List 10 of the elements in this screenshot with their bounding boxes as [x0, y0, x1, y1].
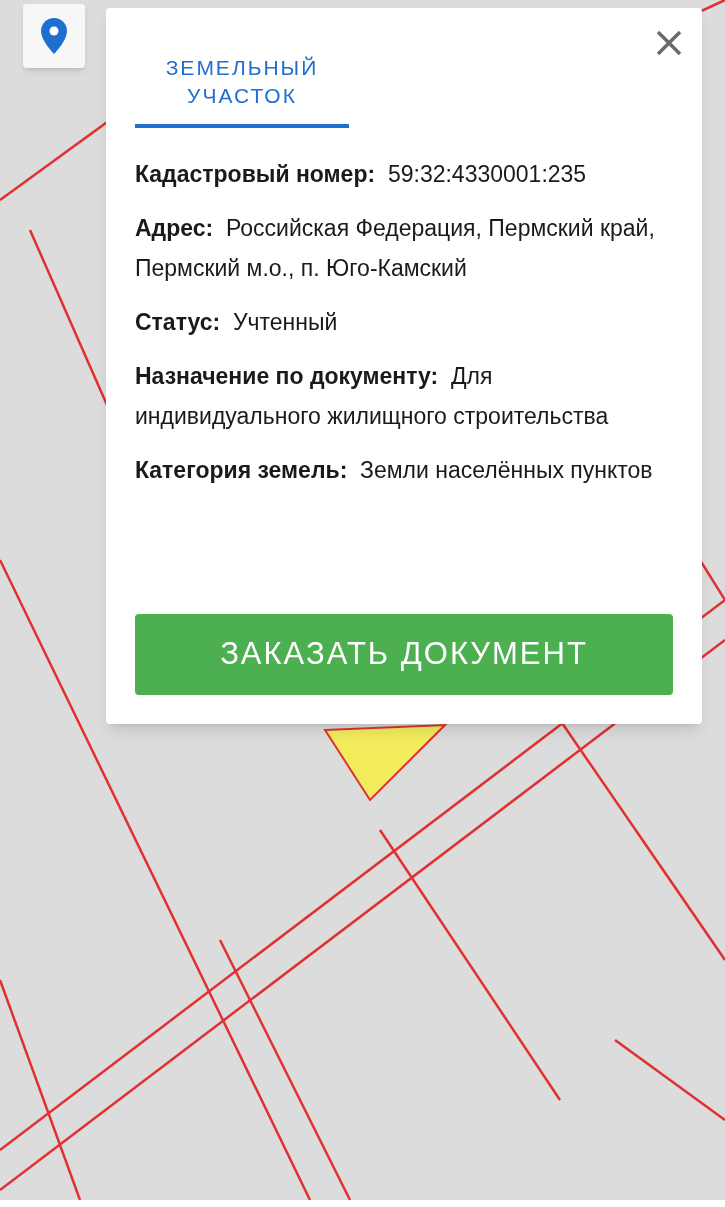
field-text: Адрес: Российская Федерация, Пермский край, Пермский м.о., п. Юго-Камский [135, 214, 656, 283]
location-pin-icon [41, 18, 67, 54]
field-text: Кадастровый номер: 59:32:4330001:235 [135, 160, 588, 189]
field-text: Категория земель: Земли населённых пунктов [135, 456, 654, 485]
field-text: Назначение по документу: Для индивидуального жилищного строительства [135, 362, 610, 431]
popup-tab[interactable]: ЗЕМЕЛЬНЫЙ УЧАСТОК [135, 54, 349, 128]
location-button[interactable] [23, 4, 85, 68]
field-text: Статус: Учтенный [135, 308, 339, 337]
order-document-button[interactable]: ЗАКАЗАТЬ ДОКУМЕНТ [135, 614, 673, 695]
close-icon[interactable] [654, 28, 684, 58]
